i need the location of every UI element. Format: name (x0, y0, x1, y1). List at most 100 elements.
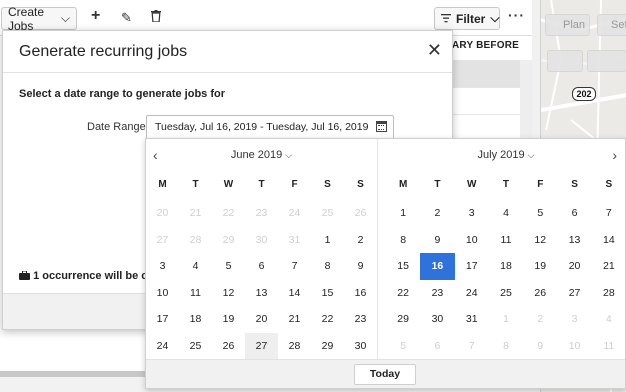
day-cell[interactable]: 28 (179, 227, 212, 254)
day-cell[interactable]: 28 (592, 280, 626, 307)
day-cell[interactable]: 9 (420, 227, 454, 254)
day-cell[interactable]: 14 (592, 227, 626, 254)
trash-icon[interactable] (151, 10, 161, 25)
day-cell[interactable]: 21 (179, 200, 212, 227)
day-cell[interactable]: 22 (311, 306, 344, 333)
day-cell[interactable]: 10 (455, 227, 489, 254)
day-cell[interactable]: 25 (311, 200, 344, 227)
day-cell[interactable]: 10 (557, 333, 591, 360)
day-cell[interactable]: 26 (523, 280, 557, 307)
day-cell[interactable]: 24 (455, 280, 489, 307)
day-cell[interactable]: 13 (557, 227, 591, 254)
day-cell[interactable]: 20 (146, 200, 179, 227)
day-cell[interactable]: 27 (146, 227, 179, 254)
day-cell[interactable]: 13 (245, 280, 278, 307)
day-cell[interactable]: 5 (386, 333, 420, 360)
close-icon[interactable]: ✕ (427, 41, 442, 59)
day-cell[interactable]: 6 (420, 333, 454, 360)
day-cell[interactable]: 25 (489, 280, 523, 307)
day-cell[interactable]: 24 (278, 200, 311, 227)
day-cell[interactable]: 9 (523, 333, 557, 360)
day-cell[interactable]: 18 (179, 306, 212, 333)
day-cell[interactable]: 4 (489, 200, 523, 227)
day-cell[interactable]: 10 (146, 280, 179, 307)
day-cell[interactable]: 6 (245, 253, 278, 280)
day-cell[interactable]: 8 (489, 333, 523, 360)
day-cell[interactable]: 26 (212, 333, 245, 360)
day-cell[interactable]: 30 (420, 306, 454, 333)
day-cell[interactable]: 11 (489, 227, 523, 254)
day-cell[interactable]: 7 (592, 200, 626, 227)
day-cell[interactable]: 12 (212, 280, 245, 307)
day-cell[interactable]: 30 (245, 227, 278, 254)
selected-row[interactable] (452, 60, 520, 87)
pencil-icon[interactable]: ✎ (121, 10, 132, 26)
day-cell[interactable]: 21 (278, 306, 311, 333)
horizontal-scrollbar-thumb[interactable] (0, 371, 160, 377)
day-cell[interactable]: 6 (557, 200, 591, 227)
day-cell[interactable]: 4 (179, 253, 212, 280)
day-cell[interactable]: 5 (212, 253, 245, 280)
day-cell[interactable]: 18 (489, 253, 523, 280)
day-cell[interactable]: 7 (278, 253, 311, 280)
day-cell[interactable]: 17 (146, 306, 179, 333)
day-cell[interactable]: 11 (592, 333, 626, 360)
selected-day-cell[interactable]: 16 (420, 253, 455, 280)
day-cell[interactable]: 31 (455, 306, 489, 333)
day-cell[interactable]: 12 (523, 227, 557, 254)
day-cell[interactable]: 21 (592, 253, 626, 280)
today-button[interactable]: Today (354, 364, 416, 385)
calendar-icon[interactable] (376, 121, 387, 132)
day-cell[interactable]: 8 (311, 253, 344, 280)
day-cell[interactable]: 3 (455, 200, 489, 227)
day-cell[interactable]: 20 (245, 306, 278, 333)
day-cell[interactable]: 30 (344, 333, 377, 360)
day-cell[interactable]: 16 (344, 280, 377, 307)
date-range-input[interactable]: Tuesday, Jul 16, 2019 - Tuesday, Jul 16,… (146, 115, 394, 140)
month-title[interactable]: June 2019 ⌵ (146, 149, 377, 161)
day-cell[interactable]: 7 (455, 333, 489, 360)
more-options-icon[interactable]: ··· (508, 7, 525, 23)
day-cell[interactable]: 23 (245, 200, 278, 227)
map-layer-control[interactable] (547, 50, 583, 72)
day-cell[interactable]: 8 (386, 227, 420, 254)
day-cell[interactable]: 9 (344, 253, 377, 280)
column-header[interactable]: ARY BEFORE (452, 40, 519, 51)
day-cell[interactable]: 28 (278, 333, 311, 360)
create-jobs-button[interactable]: Create Jobs ⌵ (1, 5, 77, 33)
filter-button[interactable]: Filter ⌵ (434, 7, 500, 30)
day-cell[interactable]: 25 (179, 333, 212, 360)
day-cell[interactable]: 1 (489, 306, 523, 333)
day-cell[interactable]: 15 (311, 280, 344, 307)
day-cell[interactable]: 1 (311, 227, 344, 254)
day-cell[interactable]: 20 (557, 253, 591, 280)
day-cell[interactable]: 31 (278, 227, 311, 254)
day-cell[interactable]: 1 (386, 200, 420, 227)
day-cell[interactable]: 22 (386, 280, 420, 307)
day-cell[interactable]: 23 (344, 306, 377, 333)
day-cell[interactable]: 11 (179, 280, 212, 307)
day-cell[interactable]: 2 (420, 200, 454, 227)
day-cell[interactable]: 17 (455, 253, 489, 280)
day-cell[interactable]: 3 (146, 253, 179, 280)
map-tool-control[interactable] (587, 50, 626, 72)
day-cell[interactable]: 5 (523, 200, 557, 227)
month-title[interactable]: July 2019 ⌵ (386, 149, 626, 161)
day-cell[interactable]: 29 (212, 227, 245, 254)
day-cell[interactable]: 26 (344, 200, 377, 227)
day-cell[interactable]: 2 (344, 227, 377, 254)
day-cell[interactable]: 4 (592, 306, 626, 333)
day-cell[interactable]: 27 (245, 332, 278, 360)
day-cell[interactable]: 22 (212, 200, 245, 227)
day-cell[interactable]: 2 (523, 306, 557, 333)
add-icon[interactable]: + (91, 7, 100, 25)
day-cell[interactable]: 29 (386, 306, 420, 333)
day-cell[interactable]: 15 (386, 253, 420, 280)
day-cell[interactable]: 23 (420, 280, 454, 307)
day-cell[interactable]: 24 (146, 333, 179, 360)
day-cell[interactable]: 19 (523, 253, 557, 280)
day-cell[interactable]: 19 (212, 306, 245, 333)
day-cell[interactable]: 27 (557, 280, 591, 307)
day-cell[interactable]: 14 (278, 280, 311, 307)
day-cell[interactable]: 3 (557, 306, 591, 333)
